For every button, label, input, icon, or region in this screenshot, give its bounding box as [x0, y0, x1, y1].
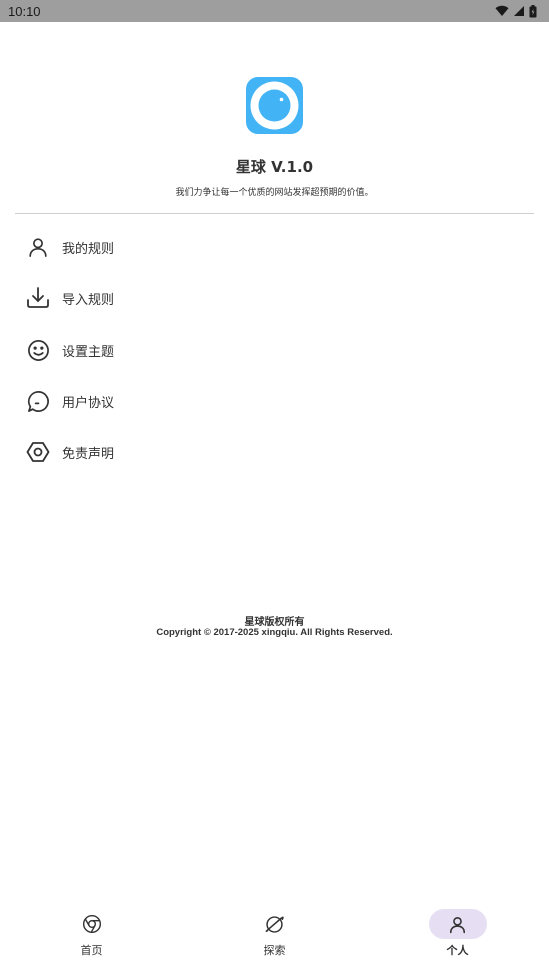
menu-item-label: 设置主题 [62, 344, 115, 360]
status-bar: 10:10 [0, 0, 549, 22]
smile-icon [26, 338, 50, 362]
status-time: 10:10 [8, 3, 41, 19]
app-logo [246, 77, 303, 134]
tab-explore[interactable]: 探索 [183, 900, 366, 976]
menu-item-set-theme[interactable]: 设置主题 [15, 328, 534, 372]
menu-item-label: 免责声明 [62, 446, 115, 462]
menu-item-label: 导入规则 [62, 292, 115, 308]
chat-bubble-icon [26, 389, 50, 413]
app-logo-icon [250, 81, 299, 130]
tab-label: 探索 [263, 944, 286, 957]
tab-icon-container [246, 909, 304, 939]
copyright-text: Copyright © 2017-2025 xingqiu. All Right… [156, 627, 393, 638]
menu-item-user-agreement[interactable]: 用户协议 [15, 379, 534, 423]
tab-icon-container [63, 909, 121, 939]
menu-item-label: 用户协议 [62, 395, 115, 411]
menu-item-import-rules[interactable]: 导入规则 [15, 276, 534, 320]
user-icon [449, 916, 466, 933]
menu-item-my-rules[interactable]: 我的规则 [15, 225, 534, 269]
tab-home[interactable]: 首页 [0, 900, 183, 976]
menu-item-disclaimer[interactable]: 免责声明 [15, 430, 534, 474]
wifi-icon [495, 5, 509, 17]
tab-profile[interactable]: 个人 [366, 900, 549, 976]
browser-icon [82, 914, 101, 934]
user-icon [26, 235, 50, 259]
battery-icon [529, 4, 537, 17]
tab-label: 首页 [80, 944, 103, 957]
app-title: 星球 V.1.0 [235, 158, 314, 176]
status-icons [495, 4, 537, 18]
download-icon [26, 286, 50, 310]
planet-icon [265, 915, 284, 933]
divider [15, 213, 534, 214]
hexagon-icon [26, 440, 50, 464]
copyright-title: 星球版权所有 [244, 617, 305, 628]
menu-item-label: 我的规则 [62, 241, 115, 257]
tab-icon-container [428, 909, 487, 939]
bottom-nav: 首页 探索 个人 [0, 900, 549, 976]
app-slogan: 我们力争让每一个优质的网站发挥超预期的价值。 [175, 188, 374, 198]
tab-label: 个人 [446, 944, 469, 957]
signal-icon [514, 6, 524, 16]
